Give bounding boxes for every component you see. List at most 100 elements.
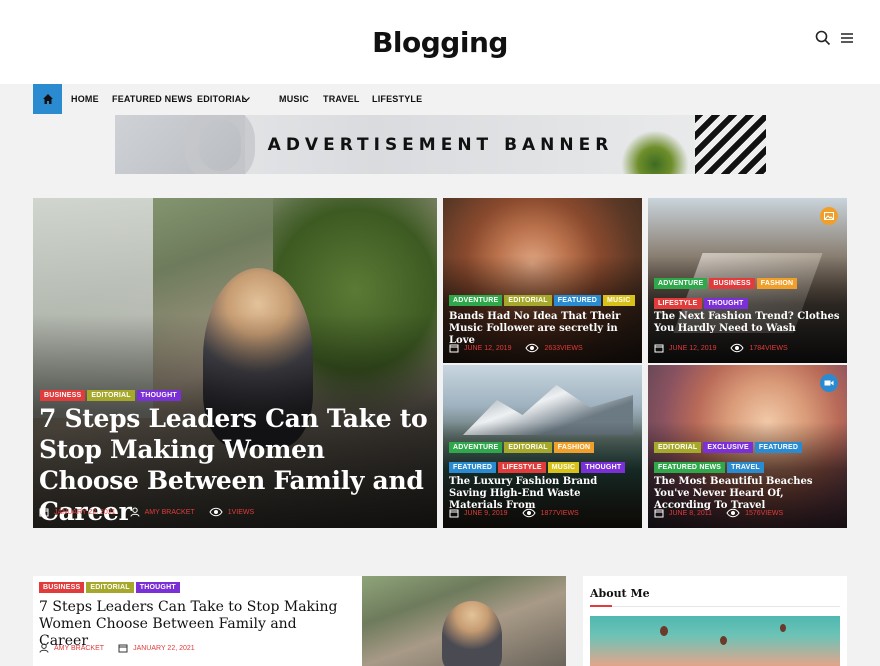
divider bbox=[612, 606, 840, 607]
post-author[interactable]: AMY BRACKET bbox=[54, 645, 104, 652]
widget-title: About Me bbox=[590, 587, 650, 600]
badge[interactable]: FEATURED bbox=[449, 462, 497, 473]
badge[interactable]: EDITORIAL bbox=[654, 442, 702, 453]
menu-icon[interactable] bbox=[839, 30, 855, 46]
badge[interactable]: FEATURED bbox=[754, 442, 803, 453]
gallery-icon[interactable] bbox=[820, 207, 838, 225]
badge[interactable]: EDITORIAL bbox=[504, 442, 552, 453]
badge[interactable]: FASHION bbox=[553, 442, 595, 453]
post-thumbnail[interactable] bbox=[362, 576, 566, 666]
featured-post-tile[interactable]: ADVENTURE EDITORIAL FEATURED MUSIC Bands Ha… bbox=[443, 198, 642, 363]
post-views: 2633VIEWS bbox=[544, 344, 583, 352]
post-meta: JANUARY 22, 2021 AMY BRACKET 1VIEWS bbox=[39, 507, 268, 517]
badge-group: ADVENTURE EDITORIAL FEATURED MUSIC bbox=[449, 289, 637, 309]
calendar-icon bbox=[39, 508, 49, 517]
about-image bbox=[590, 616, 840, 666]
calendar-icon bbox=[654, 344, 664, 353]
badge[interactable]: THOUGHT bbox=[136, 390, 181, 401]
post-meta: AMY BRACKET JANUARY 22, 2021 bbox=[39, 643, 209, 653]
tile-title[interactable]: The Next Fashion Trend? Clothes You Hard… bbox=[654, 311, 841, 335]
sidebar-about-widget: About Me bbox=[583, 576, 847, 666]
post-meta: JUNE 12, 2019 2633VIEWS bbox=[449, 343, 597, 353]
nav-item-lifestyle[interactable]: LIFESTYLE bbox=[372, 94, 422, 104]
badge[interactable]: BUSINESS bbox=[709, 278, 755, 289]
balloon-graphic bbox=[660, 626, 668, 636]
badge[interactable]: ADVENTURE bbox=[654, 278, 708, 289]
post-views: 1877VIEWS bbox=[540, 509, 579, 517]
badge[interactable]: LIFESTYLE bbox=[498, 462, 546, 473]
post-meta: JUNE 8, 2011 1576VIEWS bbox=[654, 508, 797, 518]
main-nav: HOME FEATURED NEWS EDITORIAL MUSIC TRAVE… bbox=[0, 84, 880, 114]
badge-group: ADVENTURE EDITORIAL FASHION FEATURED LIFESTY… bbox=[449, 436, 627, 476]
badge[interactable]: LIFESTYLE bbox=[654, 298, 702, 309]
ad-banner-text: ADVERTISEMENT BANNER bbox=[267, 135, 614, 155]
calendar-icon bbox=[449, 344, 459, 353]
post-meta: JUNE 12, 2019 1784VIEWS bbox=[654, 343, 802, 353]
badge[interactable]: MUSIC bbox=[602, 295, 635, 306]
user-icon bbox=[39, 643, 49, 653]
post-card[interactable]: BUSINESS EDITORIAL THOUGHT 7 Steps Leaders… bbox=[33, 576, 566, 666]
badge[interactable]: BUSINESS bbox=[40, 390, 86, 401]
site-title[interactable]: Blogging bbox=[0, 26, 880, 59]
badge[interactable]: BUSINESS bbox=[39, 582, 85, 593]
featured-post-tile[interactable]: ADVENTURE EDITORIAL FASHION FEATURED LIFESTY… bbox=[443, 365, 642, 528]
chevron-down-icon[interactable] bbox=[243, 96, 250, 102]
badge[interactable]: THOUGHT bbox=[135, 582, 180, 593]
badge[interactable]: FEATURED NEWS bbox=[654, 462, 726, 473]
home-button[interactable] bbox=[33, 84, 62, 114]
post-views: 1VIEWS bbox=[227, 508, 255, 516]
post-views: 1784VIEWS bbox=[749, 344, 788, 352]
calendar-icon bbox=[118, 644, 128, 653]
badge[interactable]: FASHION bbox=[756, 278, 798, 289]
badge-group: ADVENTURE BUSINESS FASHION LIFESTYLE THOUGHT bbox=[654, 272, 799, 312]
badge[interactable]: MUSIC bbox=[547, 462, 580, 473]
badge-group: EDITORIAL EXCLUSIVE FEATURED FEATURED NEWS T… bbox=[654, 436, 804, 476]
video-icon[interactable] bbox=[820, 374, 838, 392]
post-date: JANUARY 22, 2021 bbox=[54, 508, 116, 516]
tile-title[interactable]: The Most Beautiful Beaches You've Never … bbox=[654, 476, 841, 512]
post-date: JUNE 8, 2011 bbox=[669, 509, 713, 517]
featured-post-main[interactable]: BUSINESS EDITORIAL THOUGHT 7 Steps Leaders… bbox=[33, 198, 437, 528]
advertisement-banner[interactable]: ADVERTISEMENT BANNER bbox=[115, 115, 766, 174]
search-icon[interactable] bbox=[815, 30, 831, 46]
tile-title[interactable]: Bands Had No Idea That Their Music Follo… bbox=[449, 311, 636, 347]
eye-icon bbox=[209, 507, 223, 517]
badge[interactable]: ADVENTURE bbox=[449, 442, 503, 453]
home-icon bbox=[42, 94, 53, 104]
tile-title[interactable]: The Luxury Fashion Brand Saving High-End… bbox=[449, 476, 636, 512]
post-meta: JUNE 9, 2019 1877VIEWS bbox=[449, 508, 593, 518]
badge[interactable]: EXCLUSIVE bbox=[703, 442, 753, 453]
nav-item-featured-news[interactable]: FEATURED NEWS bbox=[112, 94, 192, 104]
badge-group: BUSINESS EDITORIAL THOUGHT bbox=[39, 576, 182, 596]
title-underline bbox=[590, 605, 612, 607]
post-views: 1576VIEWS bbox=[745, 509, 784, 517]
badge[interactable]: TRAVEL bbox=[727, 462, 764, 473]
badge[interactable]: EDITORIAL bbox=[86, 582, 134, 593]
badge[interactable]: ADVENTURE bbox=[449, 295, 503, 306]
calendar-icon bbox=[654, 509, 664, 518]
badge[interactable]: THOUGHT bbox=[703, 298, 748, 309]
post-date: JUNE 12, 2019 bbox=[669, 344, 717, 352]
featured-post-tile[interactable]: EDITORIAL EXCLUSIVE FEATURED FEATURED NEWS T… bbox=[648, 365, 847, 528]
calendar-icon bbox=[449, 509, 459, 518]
featured-post-tile[interactable]: ADVENTURE BUSINESS FASHION LIFESTYLE THOUGHT… bbox=[648, 198, 847, 363]
people-graphic bbox=[442, 601, 502, 666]
nav-item-travel[interactable]: TRAVEL bbox=[323, 94, 360, 104]
post-date: JANUARY 22, 2021 bbox=[133, 644, 195, 652]
post-date: JUNE 12, 2019 bbox=[464, 344, 512, 352]
badge[interactable]: EDITORIAL bbox=[87, 390, 135, 401]
badge[interactable]: THOUGHT bbox=[581, 462, 626, 473]
post-author[interactable]: AMY BRACKET bbox=[145, 509, 195, 516]
eye-icon bbox=[522, 508, 536, 518]
nav-item-music[interactable]: MUSIC bbox=[279, 94, 309, 104]
nav-item-home[interactable]: HOME bbox=[71, 94, 99, 104]
nav-item-editorial[interactable]: EDITORIAL bbox=[197, 94, 247, 104]
balloon-graphic bbox=[780, 624, 786, 632]
badge[interactable]: FEATURED bbox=[553, 295, 601, 306]
site-header: Blogging bbox=[0, 0, 880, 84]
post-date: JUNE 9, 2019 bbox=[464, 509, 508, 517]
eye-icon bbox=[726, 508, 740, 518]
eye-icon bbox=[730, 343, 745, 353]
badge[interactable]: EDITORIAL bbox=[504, 295, 552, 306]
badge-group: BUSINESS EDITORIAL THOUGHT bbox=[40, 384, 183, 404]
